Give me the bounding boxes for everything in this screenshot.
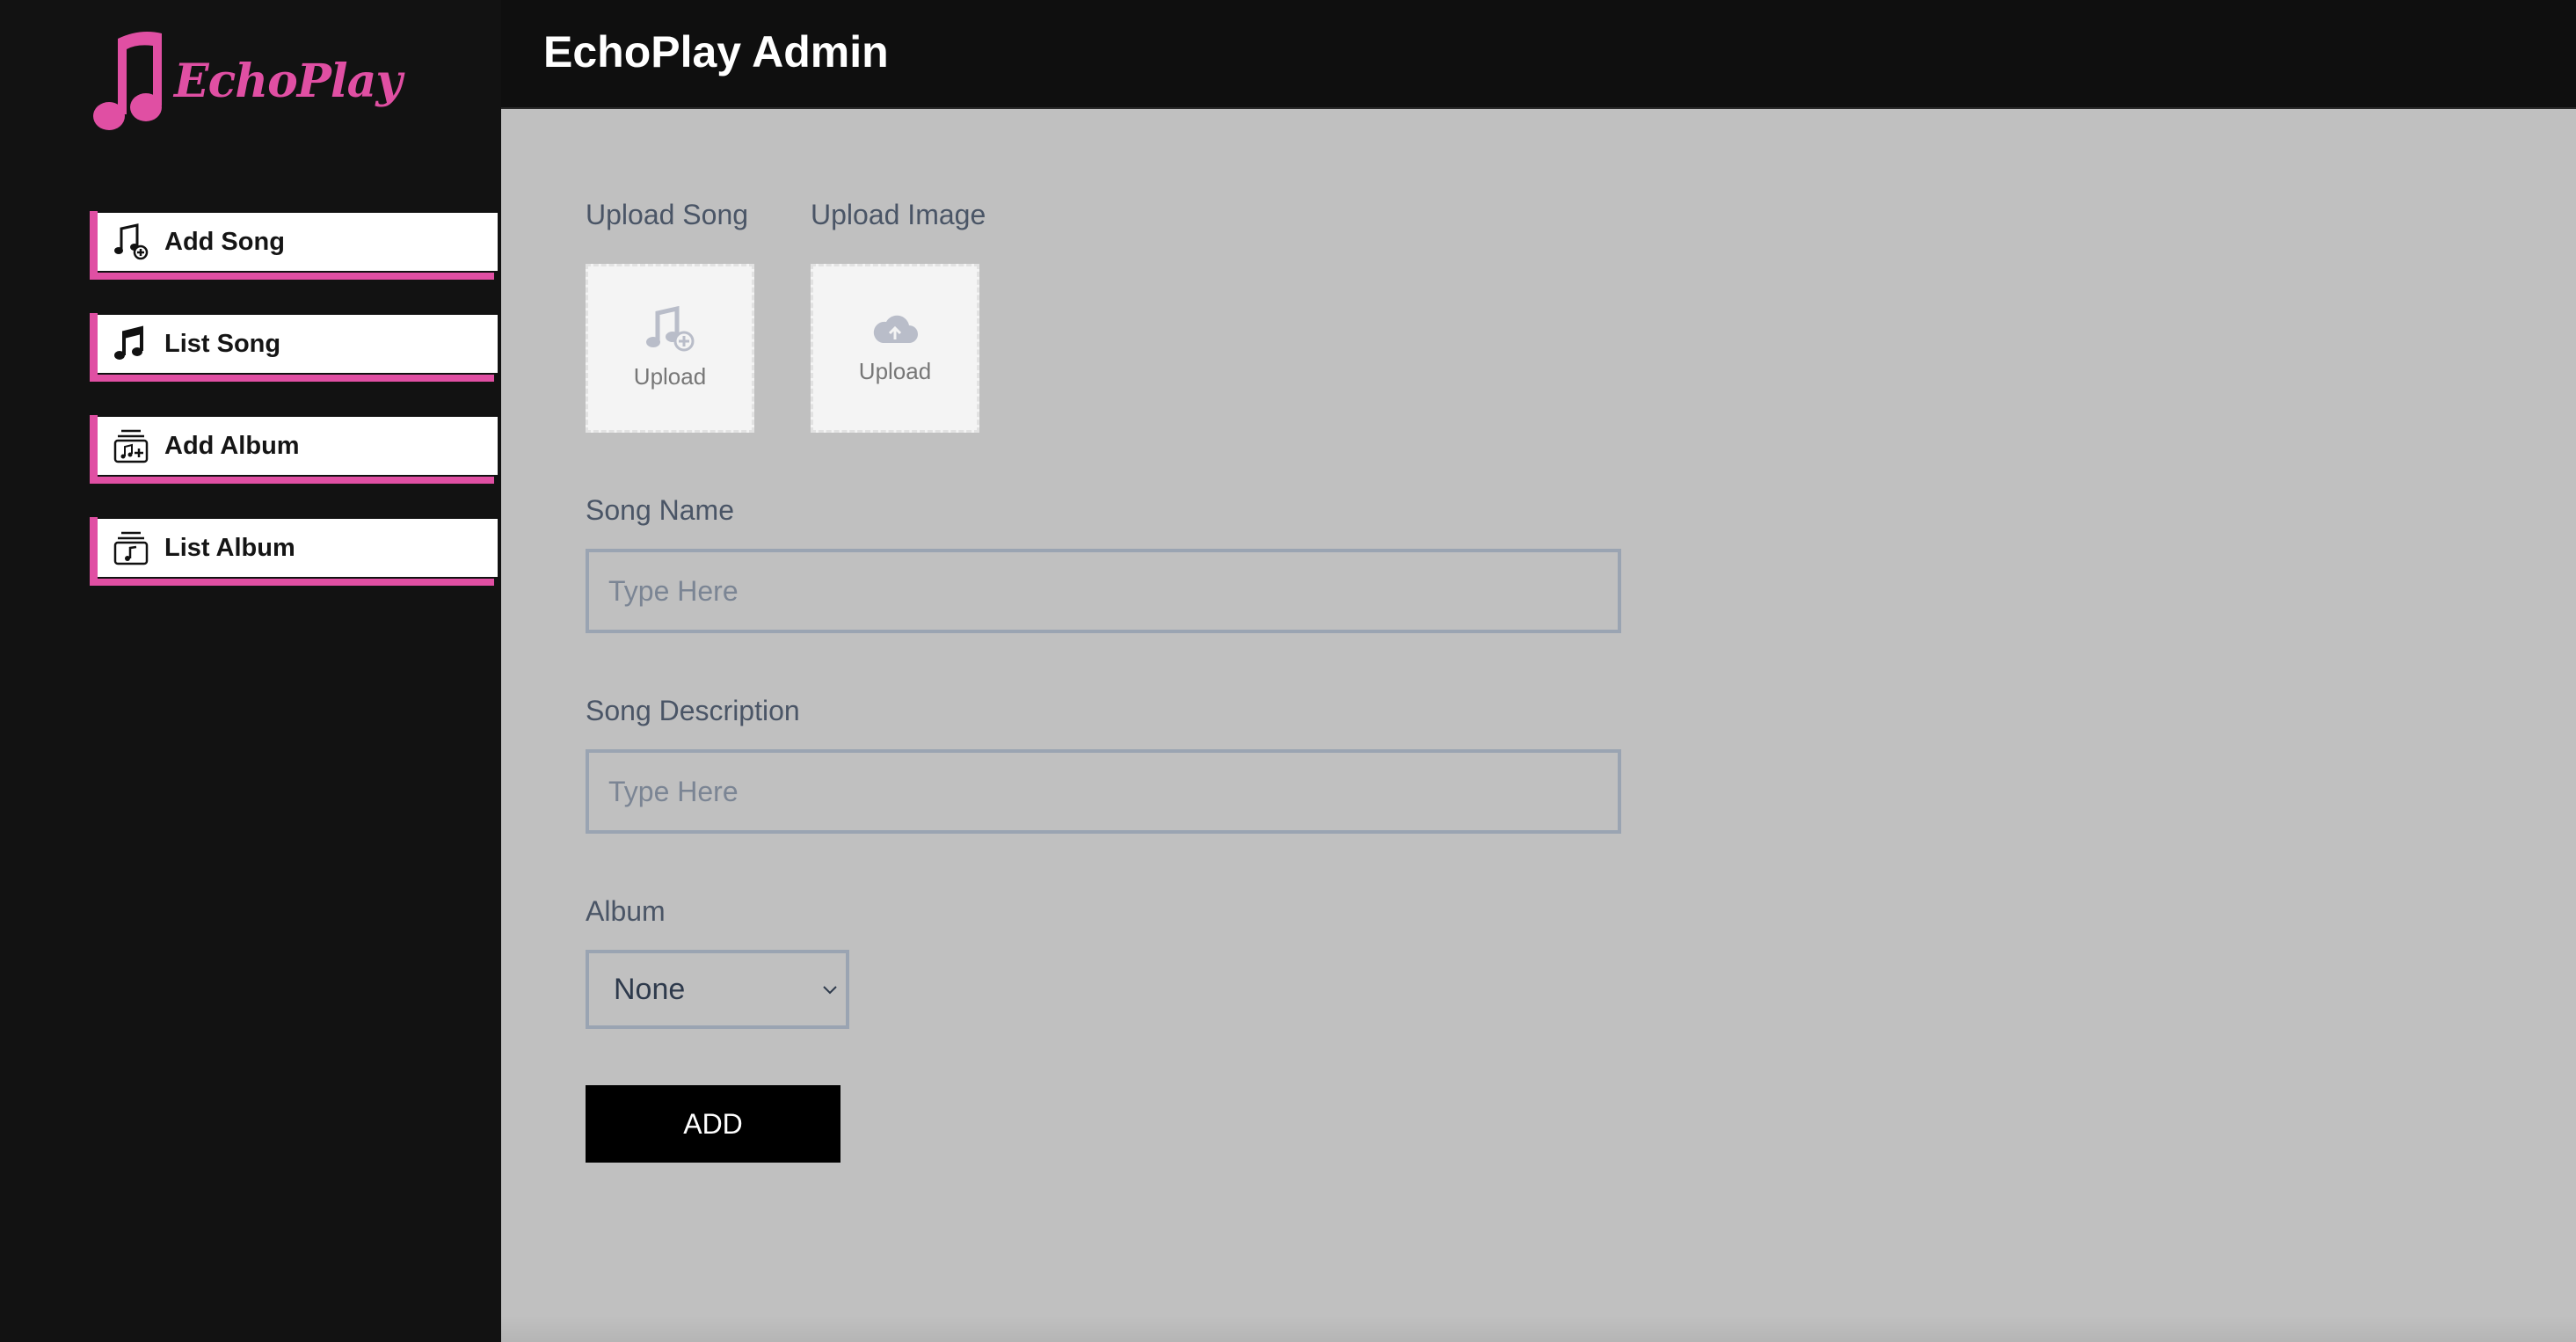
sidebar-item-add-album[interactable]: Add Album [90,415,499,484]
music-note-icon [112,325,150,363]
upload-image-text: Upload [858,358,932,384]
album-select[interactable]: None [586,950,849,1029]
logo: EchoPlay [91,30,403,135]
sidebar-item-label: Add Song [164,227,285,256]
upload-image-dropzone[interactable]: Upload [811,264,979,433]
upload-song-dropzone[interactable]: Upload [586,264,754,433]
song-description-label: Song Description [586,695,800,726]
song-name-label: Song Name [586,494,734,526]
add-album-icon [112,427,150,465]
music-add-icon [645,305,695,356]
cloud-upload-icon [870,311,920,351]
music-note-logo-icon [93,32,162,130]
sidebar-item-label: Add Album [164,431,300,460]
bottom-shade [501,1316,2576,1342]
chevron-down-icon [821,983,839,1000]
logo-text: EchoPlay [174,55,403,108]
main-content: Upload Song Upload Image Upload Upload S… [501,109,2576,1342]
song-description-input[interactable] [586,749,1621,834]
album-select-value: None [614,972,686,1006]
upload-song-text: Upload [633,363,707,390]
sidebar: EchoPlay Add Song List Song Add Album Li… [0,0,501,1342]
song-name-input[interactable] [586,549,1621,633]
header: EchoPlay Admin [501,0,2576,109]
sidebar-item-add-song[interactable]: Add Song [90,211,499,280]
add-button[interactable]: ADD [586,1085,840,1163]
sidebar-item-list-album[interactable]: List Album [90,517,499,586]
sidebar-item-label: List Album [164,533,295,562]
album-label: Album [586,895,666,927]
page-title: EchoPlay Admin [543,27,889,77]
add-song-icon [112,222,150,261]
upload-image-label: Upload Image [811,199,986,230]
sidebar-item-label: List Song [164,329,281,358]
sidebar-item-list-song[interactable]: List Song [90,313,499,382]
album-icon [112,529,150,567]
upload-song-label: Upload Song [586,199,749,230]
